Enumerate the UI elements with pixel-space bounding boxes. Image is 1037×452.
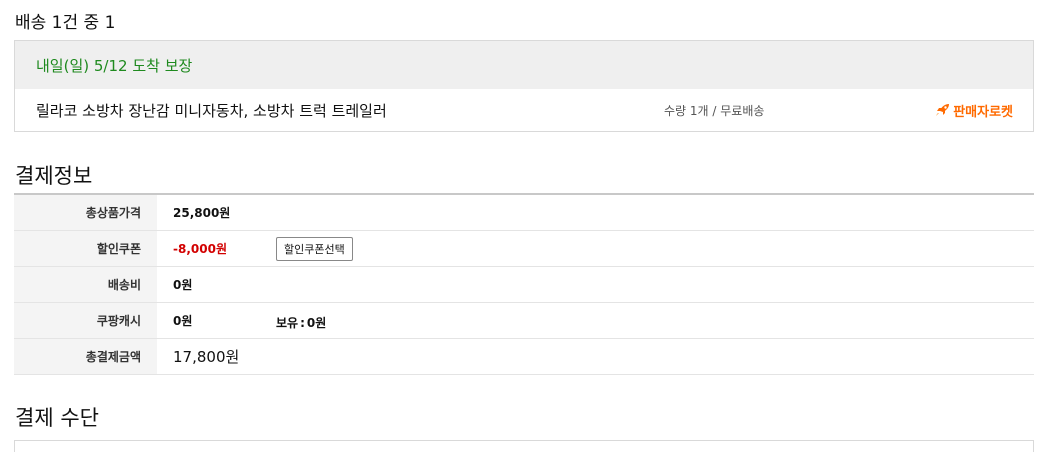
- discount-coupon-value: -8,000원: [173, 241, 227, 256]
- payment-info-title: 결제정보: [15, 164, 93, 188]
- delivery-box: 내일(일) 5/12 도착 보장 릴라코 소방차 장난감 미니자동차, 소방차 …: [14, 40, 1034, 132]
- table-row: 총상품가격 25,800원: [14, 194, 1034, 231]
- rocket-icon: [935, 103, 951, 117]
- coupang-cash-label: 쿠팡캐시: [14, 302, 157, 339]
- cash-holding-value: 0원: [306, 315, 327, 330]
- table-row: 쿠팡캐시 0원 보유:0원: [14, 302, 1034, 339]
- seller-rocket-badge: 판매자로켓: [935, 101, 1013, 120]
- total-product-price-label: 총상품가격: [14, 194, 157, 231]
- total-payment-label: 총결제금액: [14, 338, 157, 375]
- shipping-count-heading: 배송 1건 중 1: [15, 13, 116, 33]
- table-row: 할인쿠폰 -8,000원 할인쿠폰선택: [14, 230, 1034, 267]
- coupang-cash-value: 0원: [173, 313, 193, 328]
- coupang-cash-cell: 0원 보유:0원: [157, 302, 1034, 339]
- select-coupon-button[interactable]: 할인쿠폰선택: [276, 236, 353, 261]
- delivery-date: 내일(일) 5/12 도착 보장: [36, 56, 193, 75]
- table-row: 총결제금액 17,800원: [14, 338, 1034, 375]
- total-payment-value: 17,800원: [157, 338, 1034, 375]
- shipping-fee-value: 0원: [157, 266, 1034, 303]
- quantity-shipping-info: 수량 1개 / 무료배송: [664, 103, 765, 118]
- product-name: 릴라코 소방차 장난감 미니자동차, 소방차 트럭 트레일러: [36, 101, 387, 120]
- total-product-price-value: 25,800원: [157, 194, 1034, 231]
- table-row: 배송비 0원: [14, 266, 1034, 303]
- shipping-fee-label: 배송비: [14, 266, 157, 303]
- payment-method-title: 결제 수단: [15, 406, 99, 430]
- cash-holding-label: 보유: [276, 315, 299, 330]
- delivery-header: 내일(일) 5/12 도착 보장: [15, 41, 1033, 89]
- cash-holding-separator: :: [300, 315, 305, 330]
- seller-badge-label: 판매자로켓: [953, 104, 1013, 120]
- discount-coupon-cell: -8,000원 할인쿠폰선택: [157, 230, 1034, 267]
- cash-holding: 보유:0원: [276, 314, 326, 331]
- discount-coupon-label: 할인쿠폰: [14, 230, 157, 267]
- delivery-item-row: 릴라코 소방차 장난감 미니자동차, 소방차 트럭 트레일러 수량 1개 / 무…: [15, 89, 1033, 131]
- payment-method-box: [14, 440, 1034, 452]
- payment-info-table: 총상품가격 25,800원 할인쿠폰 -8,000원 할인쿠폰선택 배송비 0원…: [14, 193, 1034, 375]
